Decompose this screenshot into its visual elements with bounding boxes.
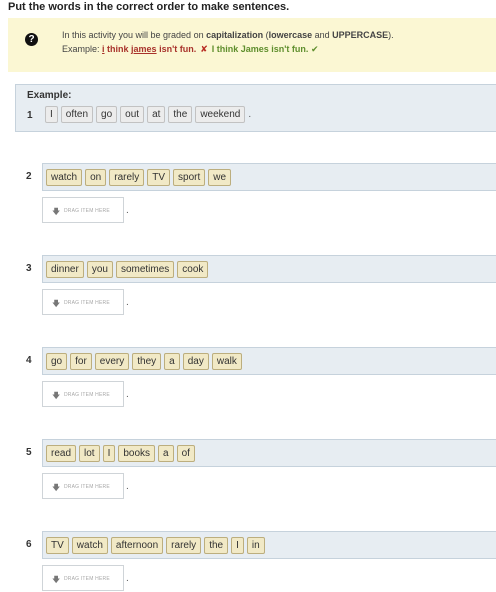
draggable-word[interactable]: they: [132, 353, 162, 370]
draggable-word[interactable]: a: [158, 445, 174, 462]
draggable-word[interactable]: every: [94, 353, 130, 370]
draggable-word[interactable]: lot: [79, 445, 100, 462]
draggable-word[interactable]: go: [46, 353, 68, 370]
draggable-word[interactable]: watch: [46, 169, 83, 186]
example-word-list: I often go out at the weekend .: [45, 106, 251, 123]
sentence-period: .: [126, 481, 129, 492]
draggable-word[interactable]: sometimes: [115, 261, 175, 278]
question-number: 3: [26, 263, 32, 274]
word-list: watch on rarely TV sport we: [46, 169, 232, 186]
draggable-word[interactable]: afternoon: [110, 537, 164, 554]
draggable-word[interactable]: TV: [147, 169, 171, 186]
example-word: often: [60, 106, 94, 123]
example-word: weekend: [195, 106, 246, 123]
example-word: go: [96, 106, 118, 123]
draggable-word[interactable]: books: [118, 445, 156, 462]
example-word: at: [147, 106, 166, 123]
question-number: 2: [26, 171, 32, 182]
drop-zone[interactable]: 🡇 DRAG ITEM HERE: [42, 197, 124, 223]
draggable-word[interactable]: you: [86, 261, 113, 278]
word-list: go for every they a day walk: [46, 353, 242, 370]
example-word: the: [168, 106, 193, 123]
drop-zone[interactable]: 🡇 DRAG ITEM HERE: [42, 381, 124, 407]
sentence-period: .: [126, 297, 129, 308]
draggable-word[interactable]: I: [102, 445, 116, 462]
word-list: dinner you sometimes cook: [46, 261, 209, 278]
question-number: 6: [26, 539, 32, 550]
example-label: Example:: [27, 90, 72, 101]
draggable-word[interactable]: sport: [173, 169, 206, 186]
draggable-word[interactable]: day: [182, 353, 209, 370]
draggable-word[interactable]: I: [231, 537, 244, 554]
notice-text: and: [312, 30, 333, 40]
draggable-word[interactable]: watch: [71, 537, 108, 554]
draggable-word[interactable]: TV: [46, 537, 69, 554]
drop-zone[interactable]: 🡇 DRAG ITEM HERE: [42, 473, 124, 499]
draggable-word[interactable]: cook: [177, 261, 209, 278]
sentence-period: .: [126, 389, 129, 400]
question-number: 4: [26, 355, 32, 366]
word-list: TV watch afternoon rarely the I in: [46, 537, 265, 554]
notice-lowercase: lowercase: [268, 30, 313, 40]
notice-example-label: Example:: [62, 44, 103, 54]
page-title: Put the words in the correct order to ma…: [8, 1, 290, 13]
draggable-word[interactable]: dinner: [46, 261, 84, 278]
drop-hint: DRAG ITEM HERE: [64, 208, 110, 214]
wrong-example-james: james: [131, 44, 157, 54]
example-word: I: [45, 106, 58, 123]
draggable-word[interactable]: we: [208, 169, 232, 186]
draggable-word[interactable]: rarely: [109, 169, 145, 186]
example-period: .: [248, 109, 252, 120]
drop-hint: DRAG ITEM HERE: [64, 576, 110, 582]
drop-zone[interactable]: 🡇 DRAG ITEM HERE: [42, 289, 124, 315]
notice-line-2: Example: i think james isn't fun. ✘ I thin…: [62, 44, 319, 55]
draggable-word[interactable]: the: [204, 537, 229, 554]
check-icon: ✔: [310, 44, 319, 54]
drop-hint: DRAG ITEM HERE: [64, 484, 110, 490]
cross-icon: ✘: [200, 44, 208, 54]
draggable-word[interactable]: on: [85, 169, 107, 186]
draggable-word[interactable]: in: [246, 537, 265, 554]
draggable-word[interactable]: for: [70, 353, 92, 370]
notice-uppercase: UPPERCASE: [332, 30, 389, 40]
download-arrow-icon: 🡇: [52, 299, 61, 308]
draggable-word[interactable]: a: [164, 353, 180, 370]
draggable-word[interactable]: of: [176, 445, 195, 462]
drop-hint: DRAG ITEM HERE: [64, 300, 110, 306]
drop-zone[interactable]: 🡇 DRAG ITEM HERE: [42, 565, 124, 591]
download-arrow-icon: 🡇: [52, 483, 61, 492]
question-icon: ?: [25, 33, 38, 46]
wrong-example-rest: isn't fun.: [156, 44, 197, 54]
notice-text: In this activity you will be graded on: [62, 30, 207, 40]
right-example: I think James isn't fun.: [211, 44, 309, 54]
draggable-word[interactable]: read: [46, 445, 77, 462]
example-number: 1: [27, 110, 33, 121]
grading-notice: ? In this activity you will be graded on…: [8, 18, 496, 72]
notice-capitalization: capitalization: [206, 30, 264, 40]
notice-line-1: In this activity you will be graded on c…: [62, 30, 394, 40]
download-arrow-icon: 🡇: [52, 207, 61, 216]
example-word: out: [120, 106, 145, 123]
draggable-word[interactable]: walk: [211, 353, 242, 370]
download-arrow-icon: 🡇: [52, 391, 61, 400]
word-list: read lot I books a of: [46, 445, 195, 462]
wrong-example-think: think: [104, 44, 132, 54]
draggable-word[interactable]: rarely: [166, 537, 202, 554]
notice-text: ).: [388, 30, 394, 40]
example-box: Example: 1 I often go out at the weekend…: [15, 84, 496, 132]
sentence-period: .: [126, 573, 129, 584]
download-arrow-icon: 🡇: [52, 575, 61, 584]
drop-hint: DRAG ITEM HERE: [64, 392, 110, 398]
question-number: 5: [26, 447, 32, 458]
sentence-period: .: [126, 205, 129, 216]
